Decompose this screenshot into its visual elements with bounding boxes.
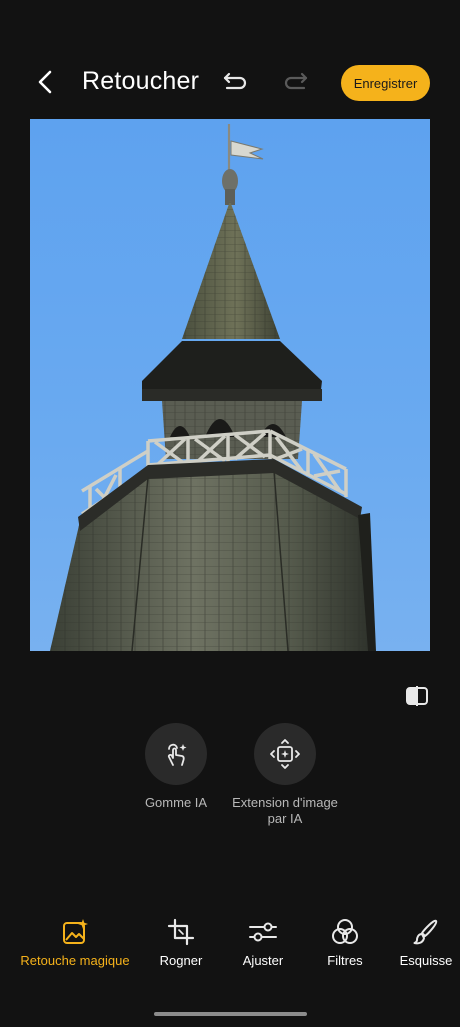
- compare-button[interactable]: [402, 682, 432, 710]
- sliders-icon: [249, 922, 277, 942]
- tab-crop-label: Rogner: [159, 953, 203, 968]
- tab-crop[interactable]: Rogner: [151, 915, 211, 968]
- tab-magic-retouch-label: Retouche magique: [20, 953, 130, 968]
- top-bar: Retoucher Enregistrer: [0, 55, 460, 111]
- chevron-left-icon: [38, 70, 52, 94]
- ai-image-extension-button[interactable]: [254, 723, 316, 785]
- crop-icon: [167, 918, 195, 946]
- home-indicator[interactable]: [154, 1012, 307, 1016]
- redo-button[interactable]: [279, 67, 313, 97]
- magic-retouch-icon: [63, 919, 88, 944]
- ai-eraser-icon: [167, 743, 187, 766]
- tab-filters-label: Filtres: [327, 953, 363, 968]
- save-button[interactable]: Enregistrer: [341, 65, 430, 101]
- undo-button[interactable]: [218, 67, 252, 97]
- bottom-toolbar: Retouche magique Rogner Ajuster Filtres …: [0, 915, 460, 975]
- back-button[interactable]: [28, 65, 62, 99]
- ai-eraser-label: Gomme IA: [144, 795, 208, 810]
- ai-eraser-button[interactable]: [145, 723, 207, 785]
- ai-image-extension-tool[interactable]: Extension d'image par IA: [225, 723, 345, 827]
- ai-image-extension-label: Extension d'image par IA: [232, 795, 338, 826]
- tab-filters[interactable]: Filtres: [315, 915, 375, 968]
- tab-sketch-label: Esquisse: [399, 953, 453, 968]
- ai-eraser-tool[interactable]: Gomme IA: [116, 723, 236, 811]
- tab-magic-retouch[interactable]: Retouche magique: [14, 915, 136, 968]
- brush-icon: [413, 919, 438, 945]
- tab-adjust[interactable]: Ajuster: [233, 915, 293, 968]
- tab-sketch[interactable]: Esquisse: [396, 915, 456, 968]
- ai-image-extension-icon: [270, 739, 300, 769]
- photo-canvas[interactable]: [30, 119, 430, 651]
- undo-icon: [223, 72, 247, 90]
- page-title: Retoucher: [82, 67, 200, 95]
- compare-icon: [406, 686, 428, 706]
- filters-icon: [332, 919, 358, 944]
- redo-icon: [284, 72, 308, 90]
- tab-adjust-label: Ajuster: [242, 953, 284, 968]
- tower-image: [50, 124, 376, 651]
